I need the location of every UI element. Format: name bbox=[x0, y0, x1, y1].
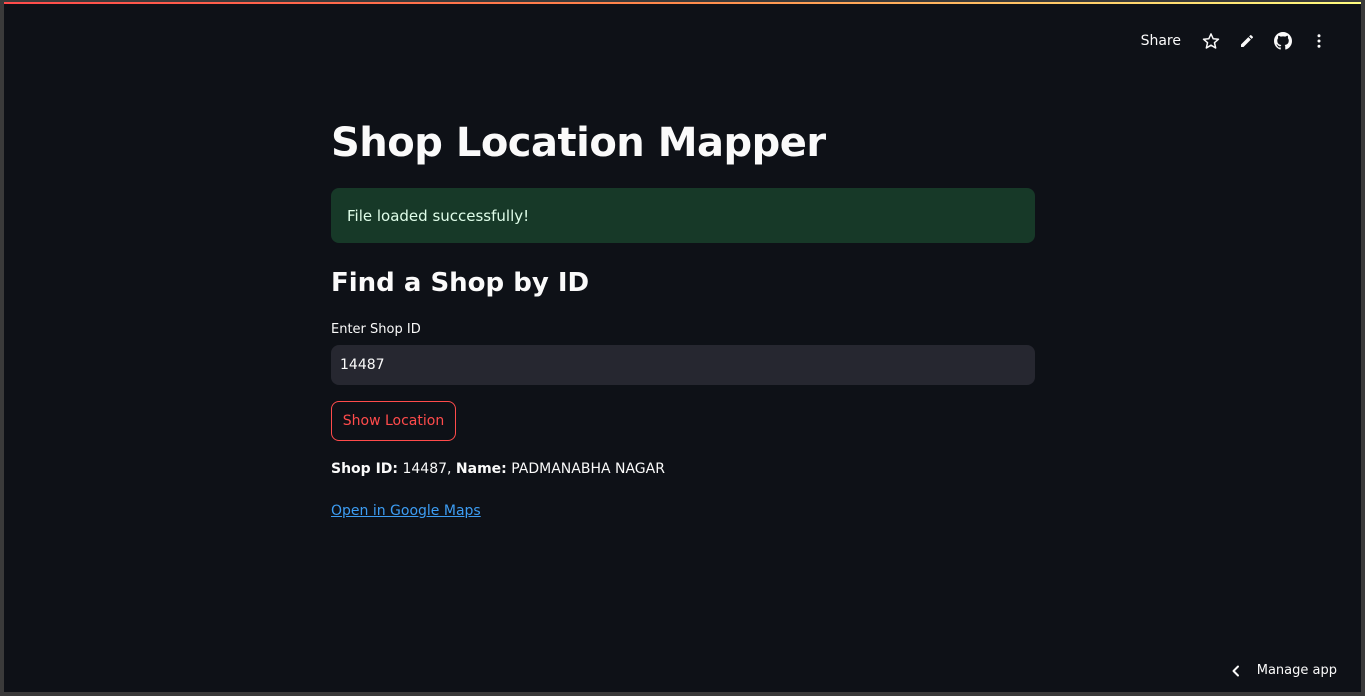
shop-id-input[interactable] bbox=[340, 357, 1026, 373]
google-maps-link[interactable]: Open in Google Maps bbox=[331, 503, 481, 519]
shop-id-input-container[interactable] bbox=[331, 345, 1035, 385]
shop-id-result-value: 14487 bbox=[402, 461, 448, 477]
shop-id-result-label: Shop ID bbox=[331, 461, 393, 477]
app-window: Share Shop Location Mapper File loaded s… bbox=[4, 2, 1361, 692]
share-button[interactable]: Share bbox=[1141, 33, 1181, 49]
pencil-icon[interactable] bbox=[1229, 28, 1265, 54]
show-location-button[interactable]: Show Location bbox=[331, 401, 456, 441]
result-text: Shop ID: 14487, Name: PADMANABHA NAGAR bbox=[331, 461, 665, 477]
top-decoration-bar bbox=[4, 2, 1361, 4]
toolbar: Share bbox=[1141, 28, 1337, 54]
manage-app-label: Manage app bbox=[1256, 663, 1337, 678]
success-alert-text: File loaded successfully! bbox=[347, 206, 530, 225]
github-icon[interactable] bbox=[1265, 28, 1301, 54]
more-vertical-icon[interactable] bbox=[1301, 28, 1337, 54]
shop-id-label: Enter Shop ID bbox=[331, 322, 421, 337]
section-subheader: Find a Shop by ID bbox=[331, 268, 590, 298]
page-title: Shop Location Mapper bbox=[331, 120, 826, 166]
star-icon[interactable] bbox=[1193, 28, 1229, 54]
shop-name-result-label: Name bbox=[455, 461, 502, 477]
shop-name-result-value: PADMANABHA NAGAR bbox=[511, 461, 665, 477]
success-alert: File loaded successfully! bbox=[331, 188, 1035, 243]
chevron-left-icon bbox=[1231, 665, 1241, 677]
manage-app-button[interactable]: Manage app bbox=[1231, 663, 1337, 678]
